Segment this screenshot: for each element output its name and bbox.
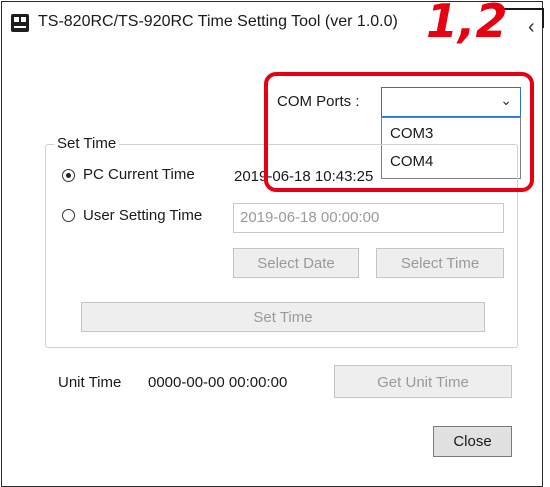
set-time-group-title: Set Time [54, 135, 120, 152]
step-number-label: 1,2 [426, 0, 508, 48]
window-title: TS-820RC/TS-920RC Time Setting Tool (ver… [38, 13, 398, 30]
app-icon [11, 14, 29, 32]
radio-selected-dot [66, 173, 71, 178]
pc-current-time-radio[interactable] [62, 169, 75, 182]
user-setting-time-label: User Setting Time [83, 207, 203, 224]
app-window: TS-820RC/TS-920RC Time Setting Tool (ver… [1, 0, 544, 487]
user-setting-time-field[interactable]: 2019-06-18 00:00:00 [233, 203, 504, 233]
title-bar: TS-820RC/TS-920RC Time Setting Tool (ver… [2, 0, 544, 48]
close-button[interactable]: Close [433, 426, 512, 457]
window-close-icon[interactable]: ‹ [528, 16, 535, 39]
user-setting-time-radio[interactable] [62, 209, 75, 222]
annotation-highlight-box [264, 72, 534, 192]
unit-time-label: Unit Time [58, 374, 122, 391]
pc-current-time-label: PC Current Time [83, 166, 195, 183]
select-time-button[interactable]: Select Time [376, 248, 504, 278]
set-time-button[interactable]: Set Time [81, 302, 485, 332]
select-date-button[interactable]: Select Date [233, 248, 359, 278]
get-unit-time-button[interactable]: Get Unit Time [334, 365, 512, 398]
unit-time-value: 0000-00-00 00:00:00 [148, 374, 288, 391]
